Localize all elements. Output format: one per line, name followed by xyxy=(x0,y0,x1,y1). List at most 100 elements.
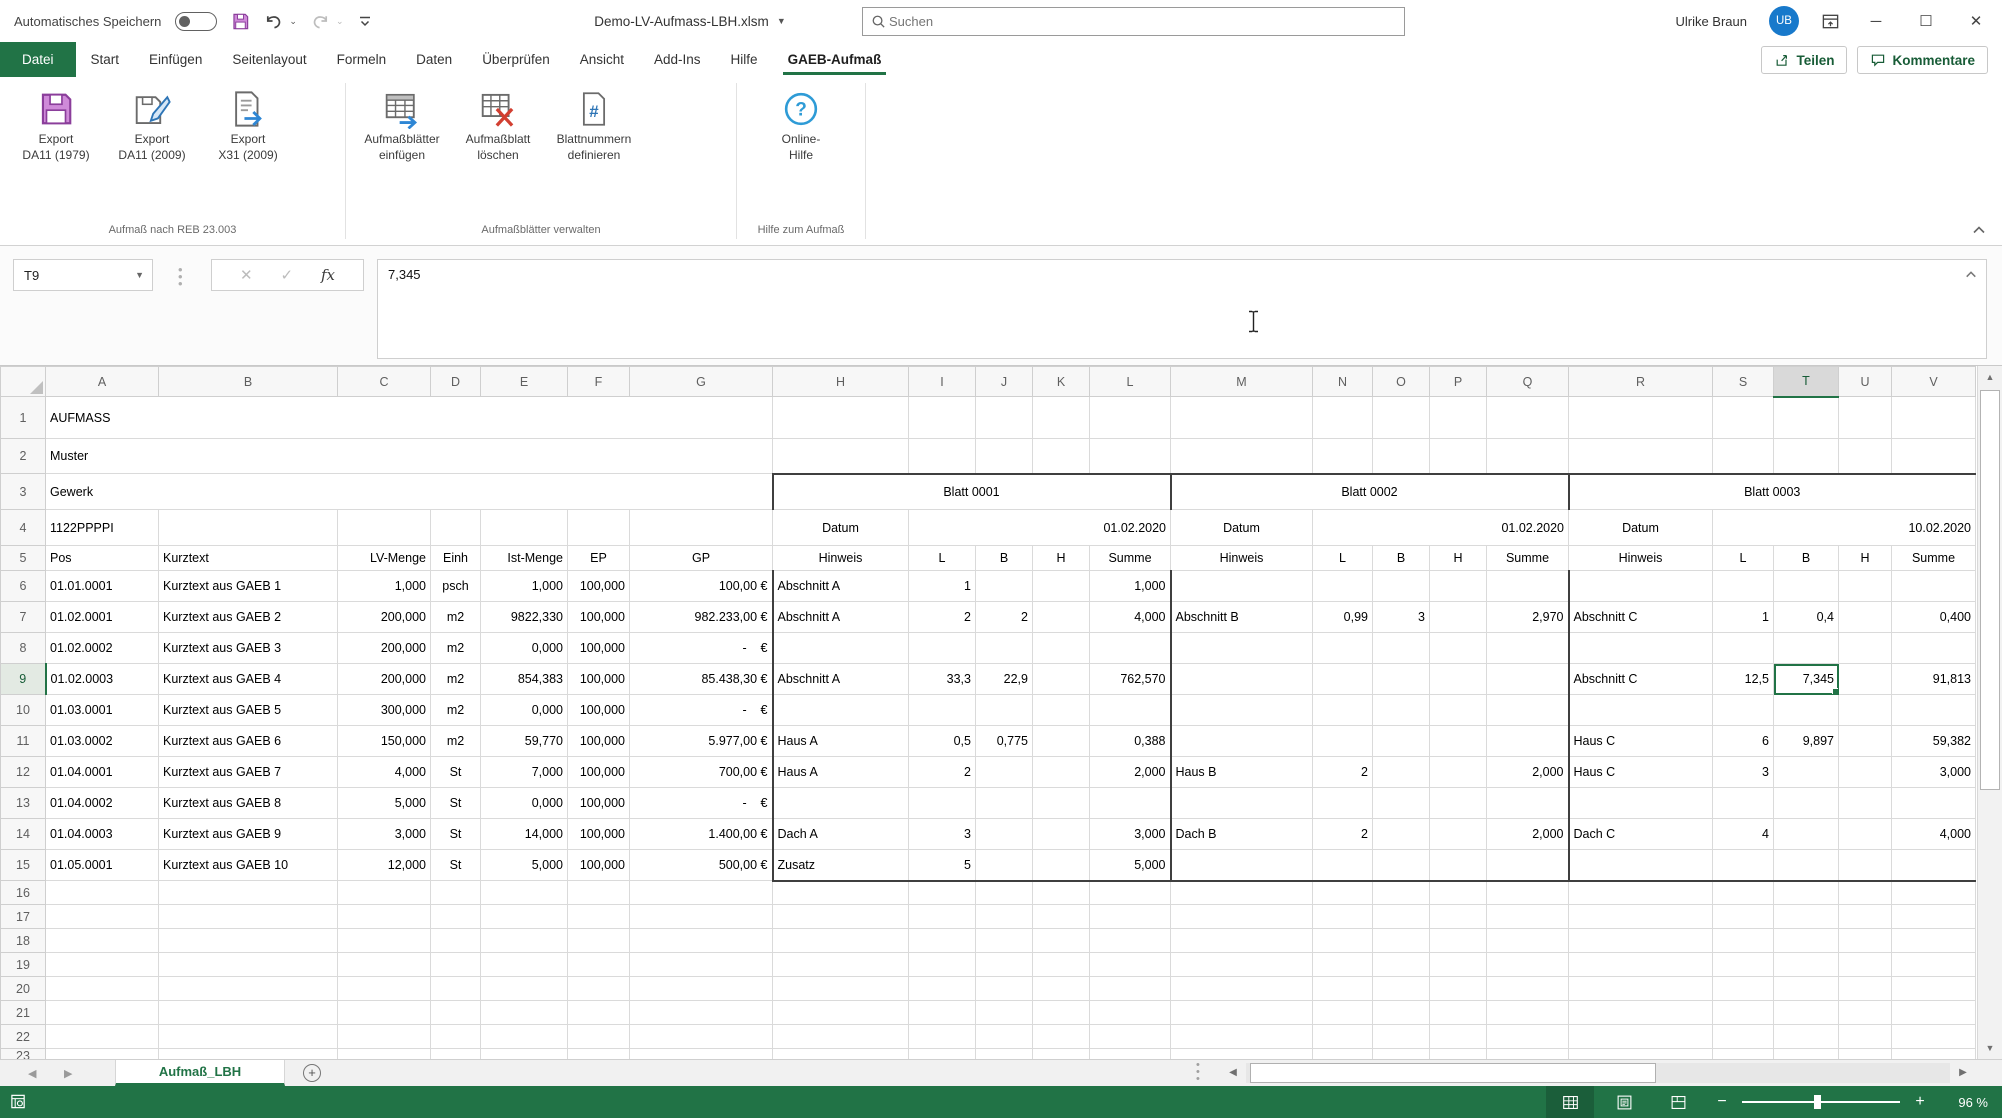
cell[interactable] xyxy=(568,510,630,546)
cell[interactable]: 91,813 xyxy=(1892,664,1976,695)
cell[interactable] xyxy=(338,977,431,1001)
cell[interactable]: 2 xyxy=(1313,819,1373,850)
cell[interactable]: St xyxy=(431,788,481,819)
cell[interactable] xyxy=(568,953,630,977)
selected-cell[interactable]: 7,345 xyxy=(1774,664,1839,695)
tab-daten[interactable]: Daten xyxy=(401,42,467,77)
cell[interactable] xyxy=(1487,881,1569,905)
column-header[interactable]: C xyxy=(338,367,431,397)
cell[interactable] xyxy=(909,1049,976,1060)
cell[interactable] xyxy=(1487,439,1569,474)
column-header[interactable]: R xyxy=(1569,367,1713,397)
cell[interactable] xyxy=(1839,953,1892,977)
cell[interactable] xyxy=(431,977,481,1001)
cell[interactable] xyxy=(1774,397,1839,439)
gewerk-cell[interactable]: Gewerk xyxy=(46,474,773,510)
cell[interactable]: Kurztext xyxy=(159,546,338,571)
cell[interactable]: 3 xyxy=(909,819,976,850)
cell[interactable]: 762,570 xyxy=(1090,664,1171,695)
cell[interactable] xyxy=(1313,953,1373,977)
cell[interactable]: St xyxy=(431,757,481,788)
redo-button[interactable] xyxy=(311,12,330,31)
cell[interactable] xyxy=(1033,726,1090,757)
cell[interactable] xyxy=(1487,905,1569,929)
cell[interactable]: 22,9 xyxy=(976,664,1033,695)
cell[interactable] xyxy=(1892,788,1976,819)
select-all-corner[interactable] xyxy=(1,367,46,397)
cell[interactable] xyxy=(1569,850,1713,881)
cell[interactable] xyxy=(1487,664,1569,695)
tab-add-ins[interactable]: Add-Ins xyxy=(639,42,716,77)
formula-bar-grip[interactable]: ••• xyxy=(178,266,183,287)
cell[interactable]: EP xyxy=(568,546,630,571)
cell[interactable]: Kurztext aus GAEB 3 xyxy=(159,633,338,664)
cell[interactable] xyxy=(1839,439,1892,474)
cell[interactable] xyxy=(1892,953,1976,977)
cell[interactable]: Haus B xyxy=(1171,757,1313,788)
cell[interactable]: 6 xyxy=(1713,726,1774,757)
cell[interactable] xyxy=(1373,397,1430,439)
cell[interactable] xyxy=(1171,953,1313,977)
cell[interactable] xyxy=(909,397,976,439)
cell[interactable] xyxy=(1373,695,1430,726)
cell[interactable]: 2 xyxy=(976,602,1033,633)
cell[interactable]: Abschnitt A xyxy=(773,571,909,602)
cell[interactable] xyxy=(1569,695,1713,726)
view-page-layout-button[interactable] xyxy=(1600,1086,1648,1118)
cell[interactable] xyxy=(1171,439,1313,474)
scroll-up-icon[interactable]: ▲ xyxy=(1978,366,2002,388)
cell[interactable] xyxy=(1569,633,1713,664)
blatt-header-cell[interactable]: Blatt 0003 xyxy=(1569,474,1976,510)
aufmassblaetter-einfuegen-button[interactable]: Aufmaßblätter einfügen xyxy=(354,83,450,163)
cell[interactable]: Haus C xyxy=(1569,726,1713,757)
datum-value-cell[interactable]: 01.02.2020 xyxy=(1313,510,1569,546)
cell[interactable] xyxy=(1313,850,1373,881)
row-header[interactable]: 18 xyxy=(1,929,46,953)
cell[interactable] xyxy=(1892,571,1976,602)
datum-value-cell[interactable]: 01.02.2020 xyxy=(909,510,1171,546)
cell[interactable] xyxy=(1171,977,1313,1001)
cell[interactable] xyxy=(909,929,976,953)
cell[interactable]: 700,00 € xyxy=(630,757,773,788)
cell[interactable] xyxy=(630,953,773,977)
zoom-level[interactable]: 96 % xyxy=(1940,1095,1988,1110)
column-header[interactable]: B xyxy=(159,367,338,397)
cell[interactable]: Hinweis xyxy=(1569,546,1713,571)
row-header[interactable]: 2 xyxy=(1,439,46,474)
cell[interactable]: LV-Menge xyxy=(338,546,431,571)
cell[interactable]: Abschnitt C xyxy=(1569,602,1713,633)
cell[interactable] xyxy=(1839,977,1892,1001)
cell[interactable] xyxy=(630,929,773,953)
cell[interactable]: Ist-Menge xyxy=(481,546,568,571)
cell[interactable] xyxy=(1033,929,1090,953)
cell[interactable] xyxy=(1430,850,1487,881)
cell[interactable] xyxy=(338,905,431,929)
cell[interactable]: Hinweis xyxy=(1171,546,1313,571)
cell[interactable] xyxy=(1373,929,1430,953)
tab-seitenlayout[interactable]: Seitenlayout xyxy=(217,42,321,77)
scroll-down-icon[interactable]: ▼ xyxy=(1978,1037,2002,1059)
cell[interactable] xyxy=(1774,1025,1839,1049)
cell[interactable] xyxy=(159,510,338,546)
cell[interactable] xyxy=(1569,1049,1713,1060)
column-header[interactable]: M xyxy=(1171,367,1313,397)
cell[interactable] xyxy=(159,929,338,953)
column-header[interactable]: U xyxy=(1839,367,1892,397)
cell[interactable]: B xyxy=(1774,546,1839,571)
cell[interactable] xyxy=(1430,953,1487,977)
macro-record-button[interactable] xyxy=(10,1093,27,1115)
cell[interactable] xyxy=(338,510,431,546)
scrollbar-resize-grip[interactable]: ••• xyxy=(1196,1062,1200,1083)
cell[interactable] xyxy=(46,929,159,953)
cell[interactable] xyxy=(1430,397,1487,439)
share-button[interactable]: Teilen xyxy=(1761,46,1847,74)
cell[interactable] xyxy=(909,439,976,474)
cell[interactable] xyxy=(976,633,1033,664)
cell[interactable] xyxy=(159,905,338,929)
cell[interactable]: Abschnitt A xyxy=(773,602,909,633)
scroll-right-icon[interactable]: ▶ xyxy=(1952,1063,1974,1083)
cell[interactable]: GP xyxy=(630,546,773,571)
cell[interactable] xyxy=(1373,953,1430,977)
cell[interactable]: 4,000 xyxy=(1892,819,1976,850)
cell[interactable] xyxy=(568,905,630,929)
